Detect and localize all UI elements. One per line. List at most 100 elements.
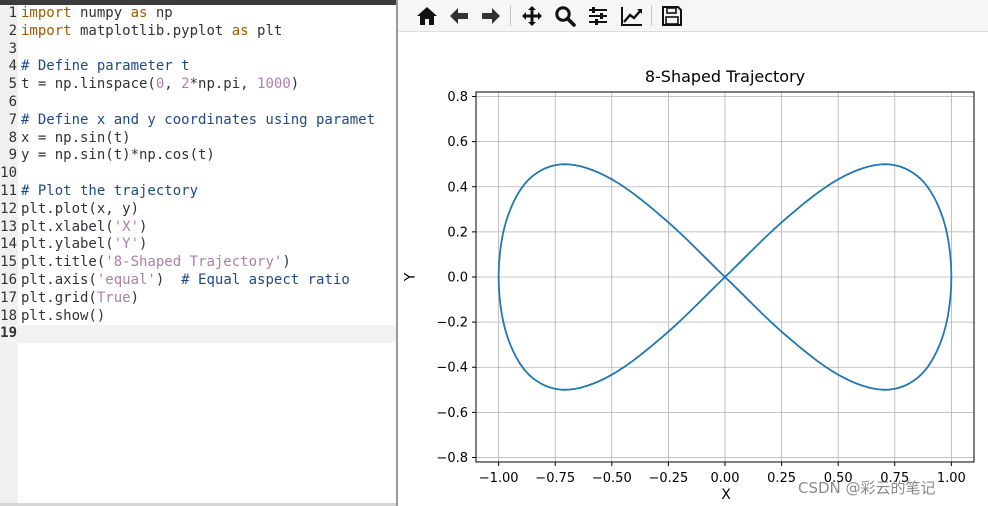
home-icon [417, 7, 437, 25]
arrow-left-icon [450, 8, 468, 24]
code-text: plt.xlabel('X') [21, 219, 147, 237]
code-line[interactable]: 5t = np.linspace(0, 2*np.pi, 1000) [0, 76, 397, 94]
code-text: plt.ylabel('Y') [21, 236, 147, 254]
y-tick-label: −0.6 [436, 406, 468, 421]
x-tick-label: −0.50 [592, 471, 632, 486]
y-tick-label: −0.8 [436, 451, 468, 466]
code-line[interactable]: 8x = np.sin(t) [0, 130, 397, 148]
magnifier-icon [555, 6, 576, 27]
code-line[interactable]: 18 plt.show() [0, 308, 397, 326]
code-text: plt.grid(True) [21, 290, 139, 308]
code-text: import numpy as np [21, 5, 173, 23]
code-line[interactable]: 4 # Define parameter t [0, 58, 397, 76]
x-tick-label: 1.00 [937, 471, 966, 486]
subplots-button[interactable] [583, 2, 611, 28]
code-token: ) [290, 76, 300, 93]
back-button[interactable] [444, 2, 472, 28]
code-line[interactable]: 17 plt.grid(True) [0, 290, 397, 308]
sliders-icon [589, 7, 607, 25]
pan-button[interactable] [517, 2, 545, 28]
code-token: np [147, 5, 173, 21]
y-tick-label: 0.2 [447, 225, 468, 240]
code-line[interactable]: 11 # Plot the trajectory [0, 183, 397, 201]
code-token: as [231, 22, 249, 39]
save-button[interactable] [657, 2, 685, 28]
line-number: 11 [0, 182, 17, 199]
code-text: plt.axis('equal') # Equal aspect ratio [21, 272, 350, 290]
code-token: ) [139, 236, 148, 253]
code-line[interactable]: 2 import matplotlib.pyplot as plt [0, 23, 397, 41]
code-token: *np.pi, [189, 76, 258, 93]
forward-button[interactable] [476, 2, 504, 28]
code-area[interactable]: 1 import numpy as np 2 import matplotlib.py… [0, 5, 397, 344]
code-token: ) [130, 289, 140, 306]
code-text: t = np.linspace(0, 2*np.pi, 1000) [21, 76, 299, 94]
code-token: import [21, 5, 72, 21]
code-token: 'X' [113, 218, 140, 235]
arrow-right-icon [482, 8, 500, 24]
code-line[interactable]: 6 [0, 94, 397, 112]
code-editor[interactable]: 1 import numpy as np 2 import matplotlib.py… [0, 0, 397, 506]
zoom-button[interactable] [550, 2, 578, 28]
code-token: , [164, 76, 182, 93]
figure-canvas[interactable]: −1.00 −0.75 −0.50 −0.25 0.00 0.25 0.50 0.75 1.00… [398, 32, 988, 506]
floppy-disk-icon [662, 6, 682, 26]
y-tick-label: −0.4 [436, 361, 468, 376]
y-axis-label: Y [402, 272, 419, 282]
code-token: import [21, 22, 72, 39]
code-line[interactable]: 10 [0, 165, 397, 183]
line-number: 6 [8, 93, 17, 110]
code-token: 2 [181, 76, 190, 93]
code-token: plt.ylabel( [21, 236, 114, 253]
code-line[interactable]: 14 plt.ylabel('Y') [0, 236, 397, 254]
code-token: as [130, 5, 148, 21]
watermark: CSDN @彩云的笔记 [798, 479, 936, 497]
line-number: 8 [8, 129, 17, 146]
code-text: y = np.sin(t)*np.cos(t) [21, 147, 215, 165]
home-button[interactable] [412, 2, 440, 28]
code-token: plt.axis( [21, 271, 97, 288]
line-number: 2 [8, 22, 17, 39]
code-line[interactable]: 16 plt.axis('equal') # Equal aspect ratio [0, 272, 397, 290]
x-tick-label: 0.25 [767, 471, 796, 486]
code-line[interactable]: 13 plt.xlabel('X') [0, 219, 397, 237]
code-line[interactable]: 12 plt.plot(x, y) [0, 201, 397, 219]
move-icon [522, 6, 542, 26]
line-number: 5 [8, 76, 17, 93]
toolbar-separator [510, 5, 511, 26]
code-token: plt.grid( [21, 289, 97, 306]
code-token: '8-Shaped Trajectory' [105, 254, 283, 271]
edit-axes-button[interactable] [616, 2, 644, 28]
code-token: ) [139, 218, 148, 235]
code-line[interactable]: 15 plt.title('8-Shaped Trajectory') [0, 254, 397, 272]
code-text: plt.title('8-Shaped Trajectory') [21, 254, 291, 272]
x-tick-label: −1.00 [479, 471, 519, 486]
code-token: x = np.sin(t) [21, 129, 131, 146]
code-line[interactable]: 19 [0, 325, 397, 344]
code-token: ) [282, 254, 291, 271]
code-token: ) [155, 271, 182, 288]
line-number: 13 [0, 218, 17, 235]
chart-title: 8-Shaped Trajectory [644, 67, 806, 86]
code-line[interactable]: 7 # Define x and y coordinates using para… [0, 112, 397, 130]
line-number: 7 [8, 111, 17, 128]
code-token: numpy [71, 5, 131, 21]
code-token: # Plot the trajectory [21, 182, 199, 199]
code-token: y = np.sin(t)*np.cos(t) [21, 147, 215, 164]
line-number: 16 [0, 271, 17, 288]
code-text: # Define parameter t [21, 58, 190, 76]
code-text: # Plot the trajectory [21, 183, 198, 201]
navigation-toolbar [398, 0, 988, 32]
code-token: # Define x and y coordinates using param… [21, 111, 376, 128]
code-line[interactable]: 3 [0, 41, 397, 59]
x-tick-label: −0.75 [535, 471, 575, 486]
y-tick-label: 0.8 [447, 90, 468, 105]
line-number: 17 [0, 289, 17, 306]
code-line[interactable]: 1 import numpy as np [0, 5, 397, 23]
code-token: matplotlib.pyplot [71, 22, 232, 39]
code-text: plt.plot(x, y) [21, 201, 139, 219]
code-line[interactable]: 9y = np.sin(t)*np.cos(t) [0, 147, 397, 165]
code-token: plt.title( [21, 254, 106, 271]
line-number: 4 [8, 58, 17, 75]
y-tick-label: −0.2 [436, 316, 468, 331]
